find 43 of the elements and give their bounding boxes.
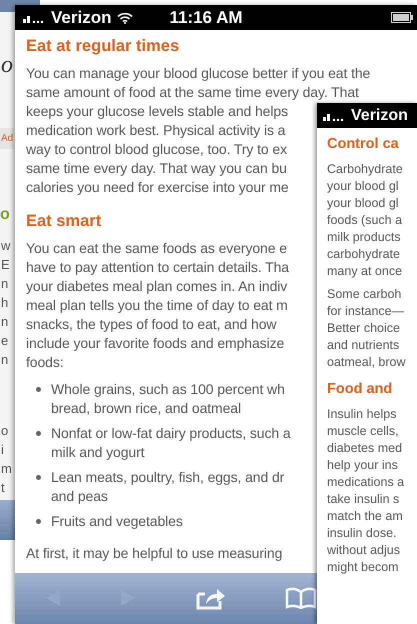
section-heading: Food and: [327, 380, 392, 399]
list-item-text: Whole grains, such as 100 percent wh bread, brown rice, and oatmeal: [51, 380, 285, 418]
battery-icon: [391, 12, 413, 23]
carrier-name: Verizon: [51, 6, 112, 29]
heading-fragment: o: [0, 205, 10, 225]
wifi-icon: [117, 12, 134, 24]
paragraph: Some carboh for instance— Better choice and nutrients oatmeal, brow: [327, 286, 406, 371]
list-item-text: Nonfat or low-fat dairy products, such a milk and yogurt: [51, 424, 291, 462]
ad-button-fragment[interactable]: Ad: [0, 128, 14, 149]
bullet-icon: [36, 518, 41, 524]
paragraph: Carbohydrate your blood gl your blood gl foods (such a milk products carbohydrate many at once: [327, 160, 403, 280]
bullet-icon: [36, 430, 41, 436]
text-line: You can eat the same foods as everyone e: [26, 238, 287, 258]
section-heading: Control ca: [327, 135, 399, 154]
list-item-text: Lean meats, poultry, fish, eggs, and dr and peas: [51, 468, 284, 506]
carrier-name: Verizon: [351, 106, 408, 126]
text-line: You can manage your blood glucose better if you eat the: [26, 64, 370, 83]
bullet-icon: [36, 386, 41, 392]
forward-arrow-icon: [120, 589, 136, 608]
paragraph: At first, it may be helpful to use measuring: [26, 544, 282, 562]
clock-time: 11:16 AM: [169, 6, 243, 29]
text-line: have to pay attention to certain details. Tha: [26, 258, 289, 276]
paragraph-fragment: w E n h n e n: [0, 237, 10, 369]
text-line: medication work best. Physical activity is a: [26, 120, 286, 140]
text-line: same time every day. That way you can bu: [26, 158, 287, 178]
text-line: calories you need for exercise into your me: [26, 178, 289, 197]
text-line: include your favorite foods and emphasize: [26, 334, 284, 352]
text-line: same amount of food at the same time every day. That: [26, 82, 359, 102]
share-icon: [196, 586, 226, 610]
paragraph: Insulin helps muscle cells, diabetes med help your ins medications a take insulin s match the am insulin dose. without adjus might becom: [327, 406, 404, 576]
text-line: meal plan tells you the time of day to eat m: [26, 296, 288, 314]
text-line: keeps your glucose levels stable and helps: [26, 102, 288, 121]
text-line: way to control blood glucose, too. Try to ex: [26, 140, 287, 159]
section-heading: Eat smart: [26, 210, 102, 232]
text-line: your diabetes meal plan comes in. An indiv: [26, 276, 288, 296]
paragraph-fragment: o i m t: [0, 422, 12, 497]
bullet-icon: [36, 474, 41, 480]
section-heading: Eat at regular times: [26, 36, 180, 57]
text-line: foods:: [26, 352, 64, 372]
text-line: snacks, the types of food to eat, and how: [26, 314, 276, 334]
logo-fragment: o: [1, 52, 13, 78]
list-item-text: Fruits and vegetables: [51, 512, 183, 530]
back-arrow-icon: [44, 589, 61, 608]
